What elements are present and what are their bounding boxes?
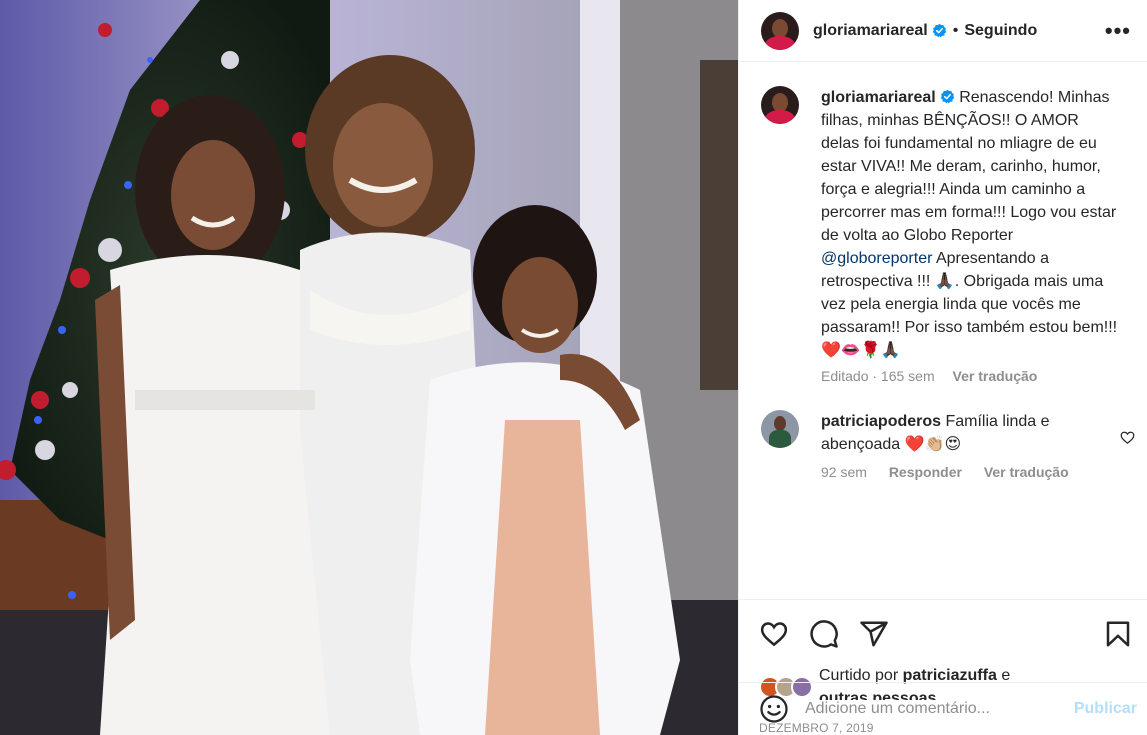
verified-icon [932,23,946,38]
comment-reply-link[interactable]: Responder [889,464,962,480]
more-icon[interactable]: ••• [1105,19,1131,42]
avatar-dress [765,35,795,50]
verified-icon [940,89,954,104]
header-separator: • [952,21,959,39]
post-header: gloriamariareal • Seguindo ••• [739,0,1147,62]
comment-like-icon[interactable] [1120,430,1135,445]
caption-body: Renascendo! Minhas filhas, minhas BÊNÇÃO… [821,89,1117,244]
heart-icon[interactable] [759,619,789,649]
post-photo[interactable] [0,0,738,735]
caption-text: gloriamariareal Renascendo! Minhas filha… [821,86,1121,362]
caption-translate-link[interactable]: Ver tradução [953,368,1038,384]
author-username[interactable]: gloriamariareal [813,22,928,40]
add-comment-bar: Publicar [739,682,1147,735]
photo-illustration [0,0,738,735]
caption-mention[interactable]: @globoreporter [821,250,932,267]
post-modal: gloriamariareal • Seguindo ••• gloriamar… [0,0,1147,735]
comment-time: 92 sem [821,464,867,480]
comment-translate-link[interactable]: Ver tradução [984,464,1069,480]
following-button[interactable]: Seguindo [964,22,1037,40]
caption-row: gloriamariareal Renascendo! Minhas filha… [761,86,1131,384]
caption-username[interactable]: gloriamariareal [821,89,936,106]
commenter-username[interactable]: patriciapoderos [821,413,941,430]
caption-edited-time: Editado · 165 sem [821,368,935,384]
post-actions [739,599,1147,667]
caption-meta: Editado · 165 sem Ver tradução [821,368,1121,384]
avatar-face [774,416,786,431]
save-icon[interactable] [1103,619,1133,649]
emoji-icon[interactable] [759,694,789,724]
commenter-avatar[interactable] [761,410,799,448]
publish-button[interactable]: Publicar [1074,700,1137,718]
caption-avatar[interactable] [761,86,799,124]
comment-meta: 92 sem Responder Ver tradução [821,464,1071,480]
avatar-dress [765,110,795,124]
share-icon[interactable] [859,619,889,649]
comments-area: gloriamariareal Renascendo! Minhas filha… [739,62,1147,599]
avatar-face [772,18,788,38]
post-sidebar: gloriamariareal • Seguindo ••• gloriamar… [738,0,1147,735]
comment-text: patriciapoderos Família linda e abençoad… [821,410,1071,456]
avatar-body [769,430,791,448]
comment-row: patriciapoderos Família linda e abençoad… [761,410,1131,480]
comment-input[interactable] [805,700,1074,718]
comment-icon[interactable] [809,619,839,649]
author-avatar[interactable] [761,11,799,50]
